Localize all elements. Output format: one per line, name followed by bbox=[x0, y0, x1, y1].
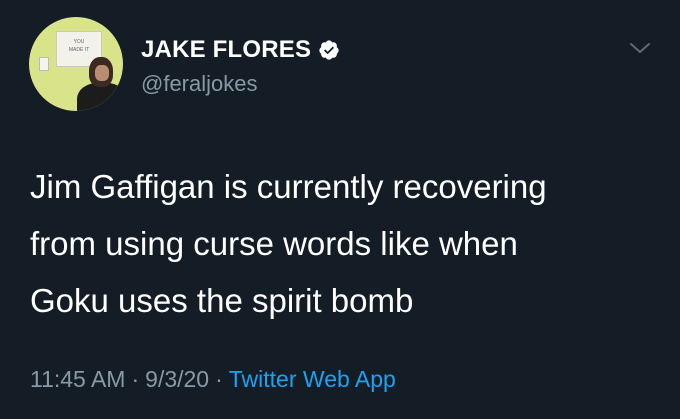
tweet-card: YOU MADE IT JAKE FLORES @feraljokes Jim G… bbox=[0, 0, 680, 419]
tweet-meta: 11:45 AM · 9/3/20 · Twitter Web App bbox=[30, 366, 396, 393]
tweet-time[interactable]: 11:45 AM bbox=[30, 366, 125, 392]
display-name[interactable]: JAKE FLORES bbox=[141, 36, 311, 64]
tweet-date[interactable]: 9/3/20 bbox=[145, 366, 209, 392]
name-row: JAKE FLORES bbox=[141, 35, 340, 65]
meta-separator: · bbox=[215, 366, 223, 392]
avatar[interactable]: YOU MADE IT bbox=[29, 17, 123, 111]
handle[interactable]: @feraljokes bbox=[141, 71, 258, 97]
tweet-text: Jim Gaffigan is currently recovering fro… bbox=[30, 168, 547, 319]
avatar-outlet bbox=[39, 57, 49, 71]
avatar-body bbox=[77, 83, 123, 111]
avatar-face bbox=[95, 65, 109, 81]
tweet-source-link[interactable]: Twitter Web App bbox=[229, 366, 396, 392]
chevron-down-icon[interactable] bbox=[627, 38, 653, 58]
meta-separator: · bbox=[131, 366, 140, 392]
verified-badge-icon bbox=[319, 40, 339, 60]
